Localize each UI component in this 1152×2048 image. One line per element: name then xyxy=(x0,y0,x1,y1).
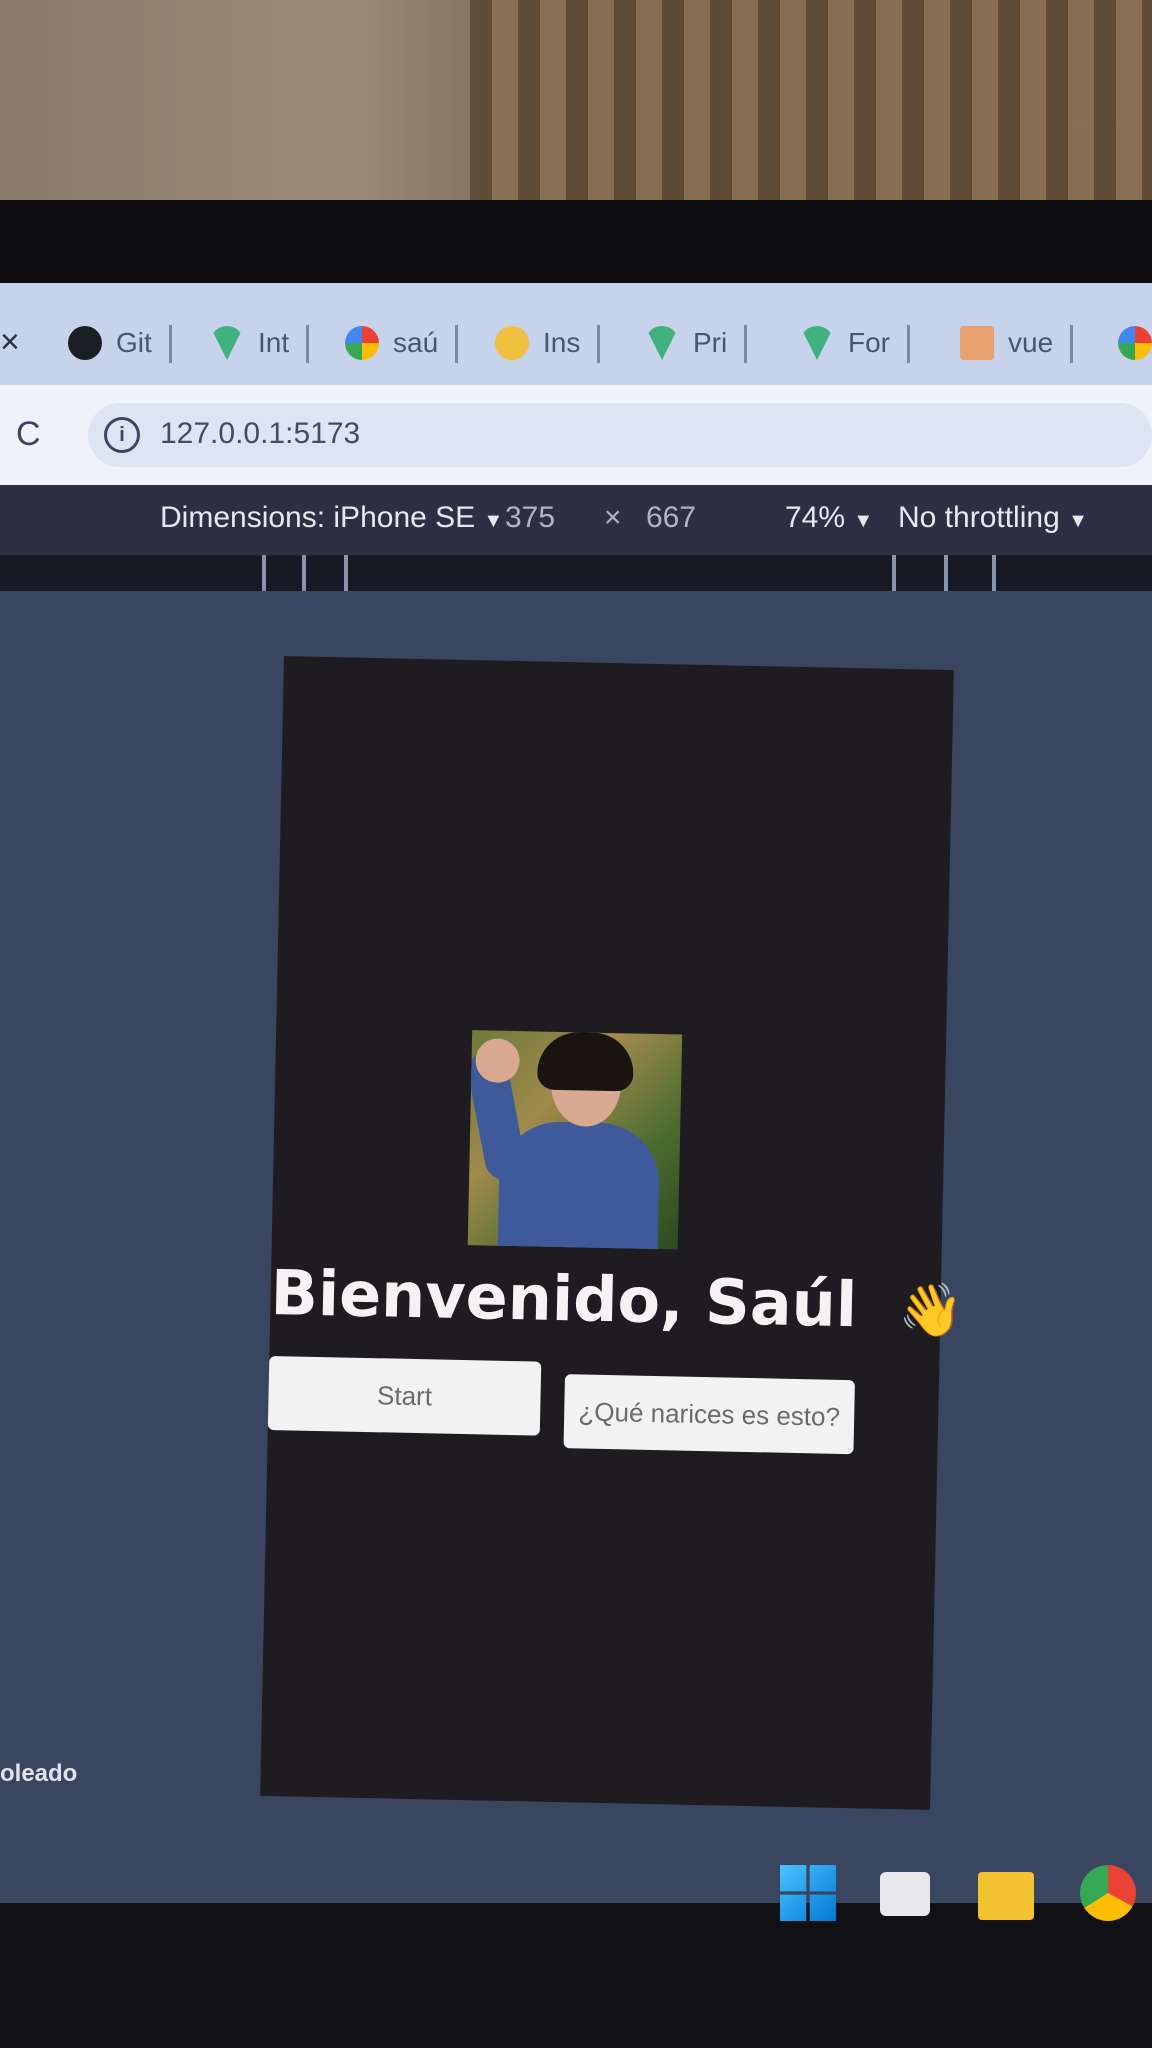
chevron-down-icon: ▼ xyxy=(483,510,504,532)
address-bar: C i 127.0.0.1:5173 xyxy=(0,385,1152,485)
monitor-screen: × Git Int saú Ins Pri For vue C i 127.0.… xyxy=(0,283,1152,1903)
taskbar xyxy=(0,1903,1152,2048)
dimensions-label: Dimensions: iPhone SE xyxy=(160,501,476,534)
zoom-value: 74% xyxy=(785,501,846,534)
tab-separator xyxy=(455,325,459,363)
ruler-tick xyxy=(992,555,996,591)
tab-search[interactable]: saú xyxy=(345,313,459,373)
profile-photo xyxy=(467,1030,683,1250)
tab-label: Git xyxy=(116,327,152,358)
ruler-tick xyxy=(944,555,948,591)
vue-icon xyxy=(800,326,834,360)
waving-hand-icon: 👋 xyxy=(897,1280,964,1342)
tab-separator xyxy=(1070,325,1074,363)
tab-vue[interactable]: vue xyxy=(960,313,1074,373)
ruler-tick xyxy=(302,555,306,591)
tab-label: saú xyxy=(393,327,439,358)
dimensions-select[interactable]: Dimensions: iPhone SE ▼ xyxy=(160,501,503,535)
chrome-icon[interactable] xyxy=(1080,1865,1136,1921)
devtools-toolbar: Dimensions: iPhone SE ▼ 375 × 667 74% ▼ … xyxy=(0,485,1152,555)
url-text: 127.0.0.1:5173 xyxy=(160,417,361,450)
tab-separator xyxy=(168,325,172,363)
throttling-select[interactable]: No throttling ▼ xyxy=(898,501,1088,535)
tab-separator xyxy=(744,325,748,363)
ruler-tick xyxy=(344,555,348,591)
device-ruler xyxy=(0,555,1152,591)
throttling-value: No throttling xyxy=(898,501,1060,534)
about-button[interactable]: ¿Qué narices es esto? xyxy=(563,1374,855,1455)
file-explorer-icon[interactable] xyxy=(978,1872,1034,1920)
tab-int[interactable]: Int xyxy=(210,313,310,373)
width-input[interactable]: 375 xyxy=(505,501,555,535)
welcome-title: Bienvenido, Saúl 👋 xyxy=(269,1255,964,1343)
tab-strip: × Git Int saú Ins Pri For vue xyxy=(0,283,1152,385)
tab-google[interactable] xyxy=(1118,313,1152,373)
vue-icon xyxy=(645,326,679,360)
photo-body xyxy=(497,1120,661,1250)
tab-ins[interactable]: Ins xyxy=(495,313,601,373)
flower-icon xyxy=(495,326,529,360)
tab-separator xyxy=(907,325,910,363)
tab-github[interactable]: Git xyxy=(68,313,172,373)
close-tab-icon[interactable]: × xyxy=(0,323,20,362)
chevron-down-icon: ▼ xyxy=(853,510,874,532)
photo-hair xyxy=(536,1031,635,1092)
reload-icon[interactable]: C xyxy=(16,415,41,454)
tab-pri[interactable]: Pri xyxy=(645,313,748,373)
tab-separator xyxy=(597,325,601,363)
height-input[interactable]: 667 xyxy=(646,501,696,535)
google-icon xyxy=(345,326,379,360)
url-field[interactable]: i 127.0.0.1:5173 xyxy=(88,403,1152,467)
tab-label: Int xyxy=(258,327,290,358)
device-viewport: Bienvenido, Saúl 👋 Start ¿Qué narices es… xyxy=(260,656,964,1810)
stack-icon xyxy=(960,326,994,360)
tab-separator xyxy=(306,325,310,363)
wall-slats xyxy=(470,0,1152,210)
tab-label: Pri xyxy=(693,327,728,358)
ruler-tick xyxy=(892,555,896,591)
tab-label: vue xyxy=(1008,327,1054,358)
vue-icon xyxy=(210,326,244,360)
chevron-down-icon: ▼ xyxy=(1068,510,1088,532)
google-icon xyxy=(1118,326,1152,360)
start-button[interactable]: Start xyxy=(267,1355,542,1436)
photo-hand xyxy=(475,1038,521,1084)
github-icon xyxy=(68,326,102,360)
tab-label: Ins xyxy=(543,327,581,358)
ruler-tick xyxy=(262,555,266,591)
tab-for[interactable]: For xyxy=(800,313,910,373)
zoom-select[interactable]: 74% ▼ xyxy=(785,501,873,535)
times-icon: × xyxy=(604,501,622,534)
welcome-text: Bienvenido, Saúl xyxy=(269,1255,858,1342)
tab-label: For xyxy=(848,327,890,358)
desktop-side-label: oleado xyxy=(0,1760,78,1787)
task-view-icon[interactable] xyxy=(880,1872,930,1916)
info-icon[interactable]: i xyxy=(104,417,140,453)
